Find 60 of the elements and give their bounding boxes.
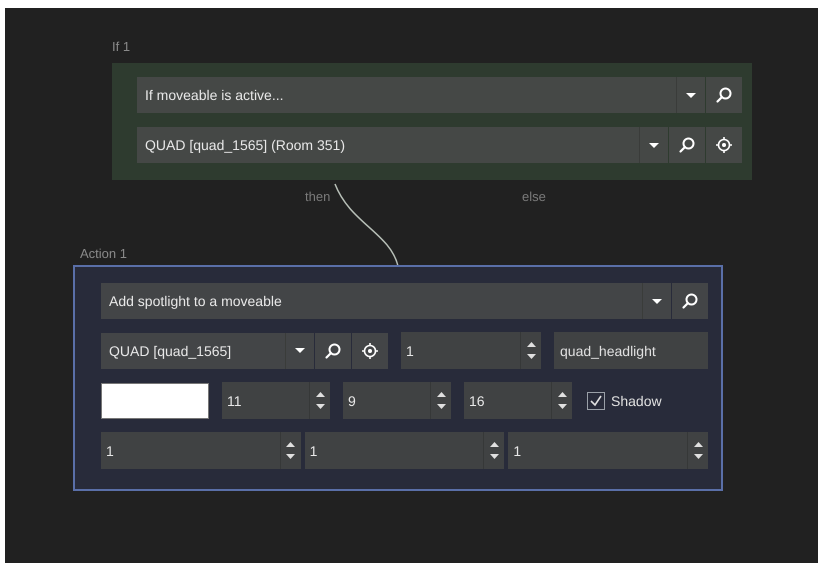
node-title: Action 1 bbox=[80, 246, 127, 261]
field-value: 1 bbox=[105, 442, 115, 458]
number-field[interactable]: 1 bbox=[101, 432, 301, 469]
up-arrow-icon[interactable] bbox=[286, 441, 296, 447]
number-field[interactable]: 1 bbox=[304, 432, 504, 469]
up-arrow-icon[interactable] bbox=[316, 391, 324, 397]
caret-icon bbox=[649, 142, 659, 148]
field-value: 16 bbox=[468, 392, 486, 408]
number-field[interactable]: 16 bbox=[464, 382, 572, 419]
dropdown-field[interactable]: If moveable is active... bbox=[137, 77, 705, 113]
dropdown-value: QUAD [quad_1565] bbox=[108, 342, 232, 358]
search-button[interactable] bbox=[315, 332, 351, 368]
dropdown-field[interactable]: QUAD [quad_1565] (Room 351) bbox=[137, 127, 668, 163]
search-icon bbox=[324, 342, 342, 360]
checkbox-label: Shadow bbox=[611, 392, 662, 408]
field-value: 11 bbox=[226, 392, 243, 408]
locate-button[interactable] bbox=[352, 332, 388, 368]
crosshair-icon bbox=[715, 136, 733, 154]
down-arrow-icon[interactable] bbox=[490, 454, 499, 460]
search-icon bbox=[678, 136, 696, 154]
down-arrow-icon[interactable] bbox=[694, 454, 703, 460]
down-arrow-icon[interactable] bbox=[526, 354, 536, 360]
up-arrow-icon[interactable] bbox=[526, 341, 536, 347]
branch-label: then bbox=[305, 189, 330, 204]
number-field[interactable]: 9 bbox=[343, 382, 451, 419]
field-value: 1 bbox=[308, 442, 318, 458]
down-arrow-icon[interactable] bbox=[316, 404, 324, 410]
dropdown-value: If moveable is active... bbox=[144, 87, 285, 103]
checkbox[interactable] bbox=[587, 392, 605, 410]
dropdown-field[interactable]: QUAD [quad_1565] bbox=[101, 332, 314, 368]
down-arrow-icon[interactable] bbox=[436, 404, 446, 410]
locate-button[interactable] bbox=[706, 127, 742, 163]
node-title: If 1 bbox=[112, 39, 130, 54]
search-button[interactable] bbox=[672, 283, 708, 319]
number-field[interactable]: 1 bbox=[508, 432, 708, 469]
up-arrow-icon[interactable] bbox=[558, 391, 566, 397]
crosshair-icon bbox=[361, 342, 379, 360]
number-field[interactable]: 11 bbox=[222, 382, 330, 419]
dropdown-value: QUAD [quad_1565] (Room 351) bbox=[144, 137, 346, 153]
field-value: 1 bbox=[405, 342, 415, 358]
text-field[interactable]: quad_headlight bbox=[554, 332, 708, 369]
search-button[interactable] bbox=[706, 77, 742, 113]
caret-icon bbox=[686, 92, 696, 98]
branch-label: else bbox=[522, 189, 546, 204]
search-button[interactable] bbox=[669, 127, 705, 163]
down-arrow-icon[interactable] bbox=[558, 404, 566, 410]
up-arrow-icon[interactable] bbox=[436, 391, 446, 397]
caret-icon bbox=[295, 348, 305, 353]
dropdown-value: Add spotlight to a moveable bbox=[108, 293, 283, 309]
dropdown-field[interactable]: Add spotlight to a moveable bbox=[101, 283, 671, 319]
color-swatch[interactable] bbox=[101, 382, 209, 418]
up-arrow-icon[interactable] bbox=[694, 441, 703, 447]
caret-icon bbox=[652, 298, 662, 304]
number-field[interactable]: 1 bbox=[401, 332, 541, 369]
field-value: 9 bbox=[347, 392, 357, 408]
field-value: 1 bbox=[512, 442, 522, 458]
down-arrow-icon[interactable] bbox=[286, 454, 296, 460]
up-arrow-icon[interactable] bbox=[490, 441, 499, 447]
search-icon bbox=[681, 292, 699, 310]
search-icon bbox=[715, 86, 733, 104]
